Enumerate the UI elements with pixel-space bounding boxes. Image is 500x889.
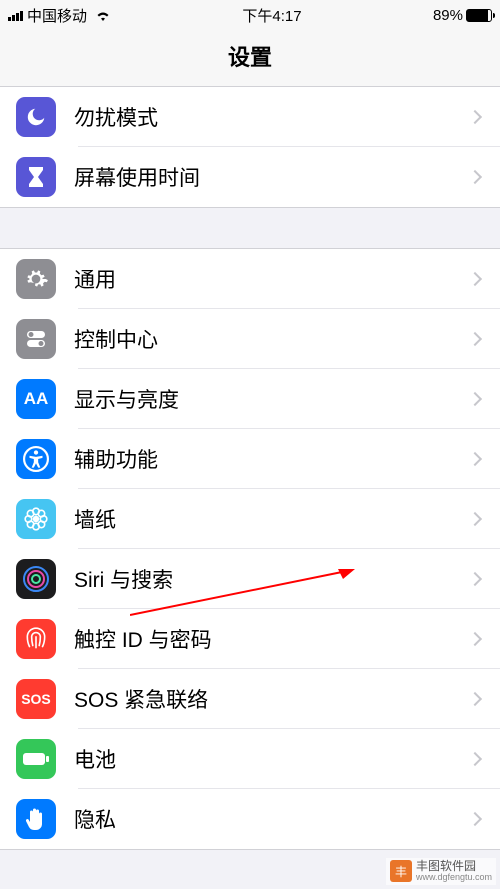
sos-icon: SOS [16,679,56,719]
row-battery[interactable]: 电池 [0,729,500,789]
battery-icon [466,9,492,22]
watermark-logo: 丰 [390,860,412,882]
row-general[interactable]: 通用 [0,249,500,309]
chevron-right-icon [468,392,482,406]
row-siri[interactable]: Siri 与搜索 [0,549,500,609]
fingerprint-icon [16,619,56,659]
row-label: 通用 [74,264,470,294]
row-label: 电池 [74,744,470,774]
row-label: Siri 与搜索 [74,564,470,594]
chevron-right-icon [468,332,482,346]
page-title: 设置 [0,30,500,87]
row-control-center[interactable]: 控制中心 [0,309,500,369]
status-bar: 中国移动 下午4:17 89% [0,0,500,30]
settings-group-1: 勿扰模式 屏幕使用时间 [0,87,500,208]
chevron-right-icon [468,572,482,586]
status-time: 下午4:17 [111,5,433,26]
settings-group-2: 通用 控制中心 AA 显示与亮度 辅助功能 墙纸 Siri 与搜索 [0,248,500,850]
row-display[interactable]: AA 显示与亮度 [0,369,500,429]
status-left: 中国移动 [8,5,111,26]
text-size-icon: AA [16,379,56,419]
row-screentime[interactable]: 屏幕使用时间 [0,147,500,208]
wifi-icon [95,9,111,21]
row-privacy[interactable]: 隐私 [0,789,500,850]
watermark: 丰 丰图软件园 www.dgfengtu.com [386,858,496,885]
row-label: SOS 紧急联络 [74,684,470,714]
status-right: 89% [433,7,492,24]
battery-icon [16,739,56,779]
hand-icon [16,799,56,839]
row-label: 隐私 [74,804,470,834]
chevron-right-icon [468,272,482,286]
row-accessibility[interactable]: 辅助功能 [0,429,500,489]
row-label: 控制中心 [74,324,470,354]
flower-icon [16,499,56,539]
chevron-right-icon [468,110,482,124]
chevron-right-icon [468,812,482,826]
row-wallpaper[interactable]: 墙纸 [0,489,500,549]
chevron-right-icon [468,170,482,184]
row-dnd[interactable]: 勿扰模式 [0,87,500,147]
row-label: 屏幕使用时间 [74,162,470,192]
row-sos[interactable]: SOS SOS 紧急联络 [0,669,500,729]
chevron-right-icon [468,512,482,526]
row-label: 墙纸 [74,504,470,534]
signal-icon [8,9,23,21]
siri-icon [16,559,56,599]
battery-percent: 89% [433,7,463,24]
accessibility-icon [16,439,56,479]
chevron-right-icon [468,632,482,646]
row-touchid[interactable]: 触控 ID 与密码 [0,609,500,669]
row-label: 辅助功能 [74,444,470,474]
carrier-label: 中国移动 [27,5,87,26]
row-label: 勿扰模式 [74,102,470,132]
row-label: 显示与亮度 [74,384,470,414]
gear-icon [16,259,56,299]
chevron-right-icon [468,452,482,466]
toggles-icon [16,319,56,359]
row-label: 触控 ID 与密码 [74,624,470,654]
hourglass-icon [16,157,56,197]
watermark-text: 丰图软件园 www.dgfengtu.com [416,860,492,883]
chevron-right-icon [468,752,482,766]
moon-icon [16,97,56,137]
chevron-right-icon [468,692,482,706]
